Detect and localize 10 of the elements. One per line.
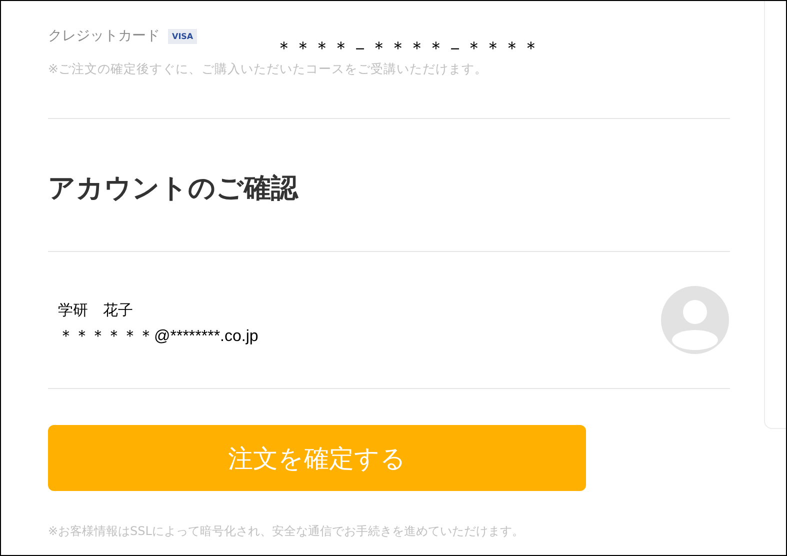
payment-label: クレジットカード: [48, 27, 160, 45]
confirm-order-button[interactable]: 注文を確定する: [48, 425, 586, 491]
payment-note: ※ご注文の確定後すぐに、ご購入いただいたコースをご受講いただけます。: [48, 62, 488, 76]
section-heading: アカウントのご確認: [48, 172, 298, 206]
avatar-icon: [660, 285, 730, 355]
account-email: ＊＊＊＊＊＊@********.co.jp: [58, 327, 258, 347]
card-number: ＊＊＊＊－＊＊＊＊－＊＊＊＊: [275, 38, 541, 60]
account-name: 学研 花子: [58, 301, 134, 320]
card-brand-badge: VISA: [168, 28, 198, 44]
security-note: ※お客様情報はSSLによって暗号化され、安全な通信でお手続きを進めていただけます。: [48, 523, 525, 540]
